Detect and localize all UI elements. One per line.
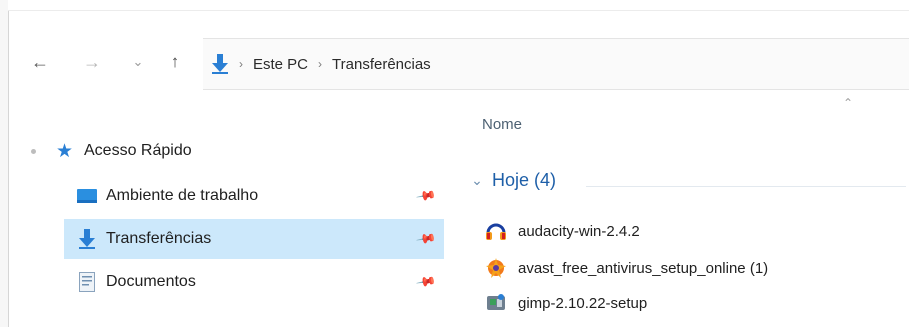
breadcrumb-este-pc[interactable]: Este PC (253, 56, 308, 73)
nav-item-transferencias[interactable]: Transferências 📌 (64, 219, 444, 259)
back-arrow-icon: ← (31, 51, 49, 72)
breadcrumb-separator: › (239, 57, 243, 71)
navigation-bar: ← → ⌄ ↑ › Este PC › Transferências (8, 30, 909, 96)
pin-icon[interactable]: 📌 (415, 271, 437, 293)
up-arrow-icon: ↑ (170, 52, 180, 71)
chevron-down-icon: ⌄ (132, 54, 144, 69)
window-top-strip (8, 0, 909, 11)
download-arrow-icon (211, 53, 229, 75)
breadcrumb-separator: › (318, 57, 323, 71)
group-divider (586, 186, 906, 187)
group-header-today[interactable]: ⌄ Hoje (4) (466, 170, 556, 191)
document-icon (76, 271, 98, 293)
nav-item-label: Documentos (106, 273, 196, 290)
sort-caret-icon: ⌃ (843, 96, 854, 110)
nav-item-label: Ambiente de trabalho (106, 187, 259, 204)
audacity-icon (484, 219, 508, 243)
quick-access-item[interactable]: ★ Acesso Rápido (8, 136, 308, 166)
address-bar[interactable]: › Este PC › Transferências (203, 38, 909, 90)
file-row-audacity[interactable]: audacity-win-2.4.2 (484, 216, 640, 246)
back-button[interactable]: ← (28, 50, 52, 74)
forward-arrow-icon: → (83, 51, 101, 72)
nav-item-label: Transferências (106, 230, 212, 247)
download-arrow-icon (76, 228, 98, 250)
gimp-icon (484, 291, 508, 315)
expand-dot-icon[interactable] (31, 148, 36, 154)
nav-item-documentos[interactable]: Documentos 📌 (64, 262, 444, 302)
file-list-pane: ⌃ Nome ⌄ Hoje (4) audacity-win-2.4.2 ava… (458, 96, 909, 327)
forward-button[interactable]: → (80, 50, 104, 74)
recent-locations-button[interactable]: ⌄ (128, 50, 148, 74)
chevron-down-icon: ⌄ (471, 172, 483, 188)
column-header-name[interactable]: Nome (482, 116, 522, 133)
up-button[interactable]: ↑ (163, 50, 187, 74)
pin-icon[interactable]: 📌 (415, 228, 437, 250)
avast-icon (484, 256, 508, 280)
file-name: avast_free_antivirus_setup_online (1) (518, 259, 769, 277)
file-name: audacity-win-2.4.2 (518, 222, 640, 240)
breadcrumb-transferencias[interactable]: Transferências (332, 56, 431, 73)
file-row-gimp[interactable]: gimp-2.10.22-setup (484, 288, 647, 318)
group-label: Hoje (4) (492, 170, 557, 190)
file-name: gimp-2.10.22-setup (518, 294, 648, 312)
file-row-avast[interactable]: avast_free_antivirus_setup_online (1) (484, 253, 768, 283)
desktop-icon (76, 185, 98, 207)
quick-access-label: Acesso Rápido (84, 142, 192, 159)
star-icon: ★ (56, 140, 74, 162)
nav-item-desktop[interactable]: Ambiente de trabalho 📌 (64, 176, 444, 216)
navigation-pane: ★ Acesso Rápido Ambiente de trabalho 📌 T… (8, 120, 444, 327)
pin-icon[interactable]: 📌 (415, 185, 437, 207)
